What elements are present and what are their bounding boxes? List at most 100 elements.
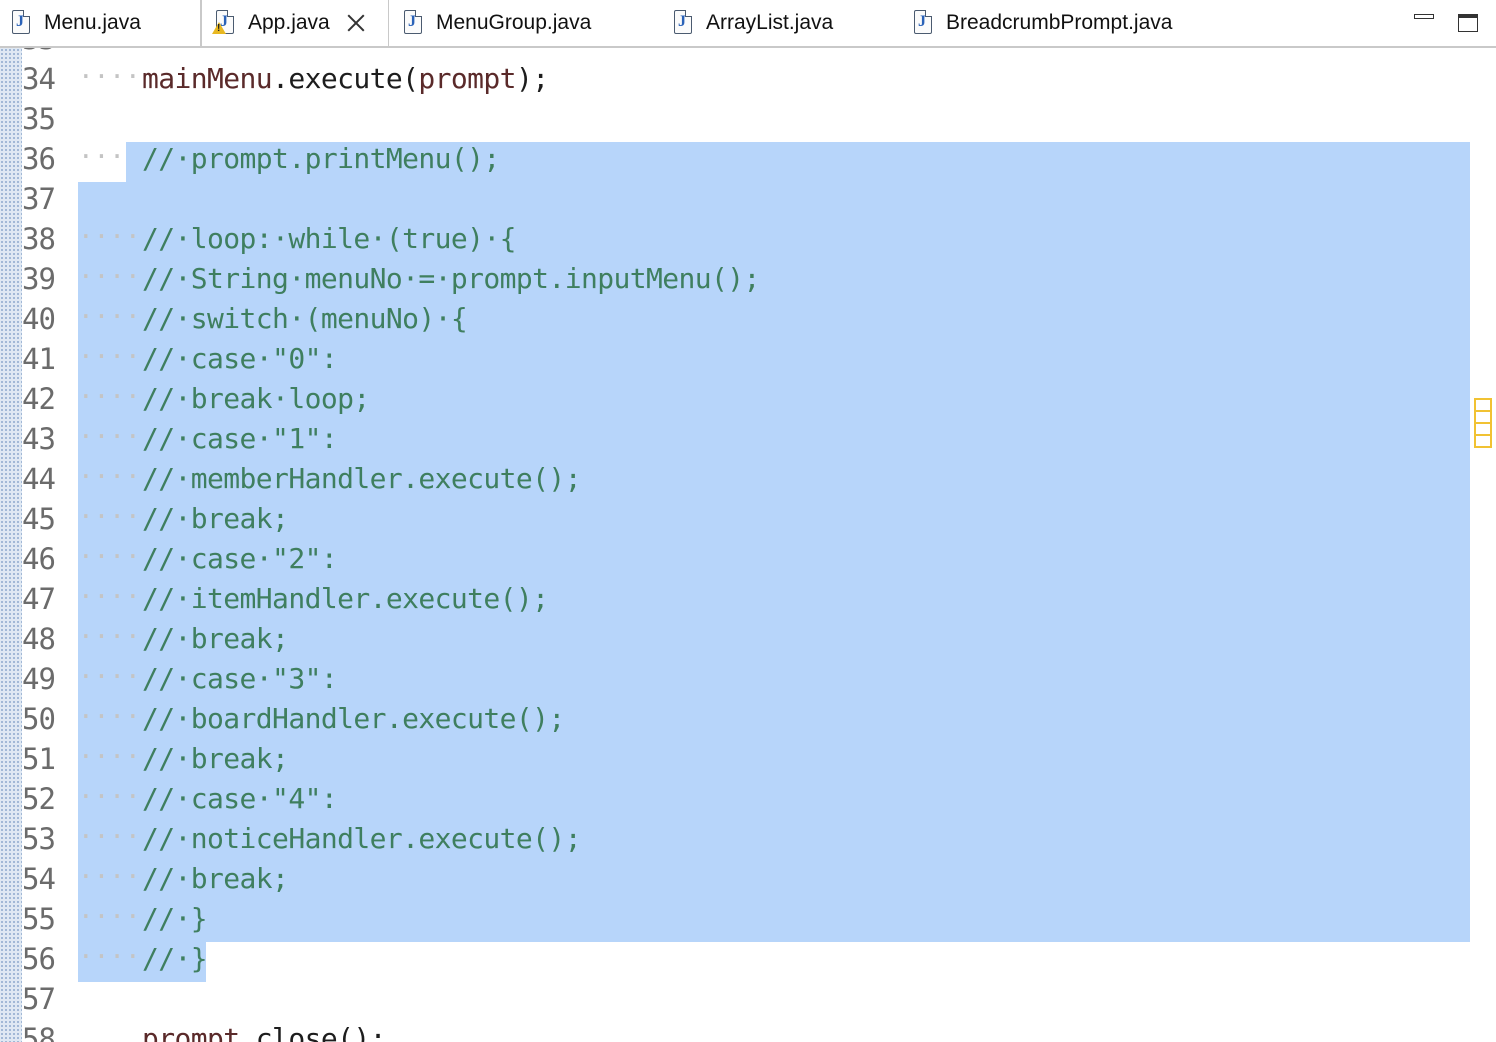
tab-label: MenuGroup.java <box>436 11 592 34</box>
whitespace-marker: ··· <box>78 142 125 172</box>
code-line: 49 ····//·case·"3": <box>0 662 1496 702</box>
whitespace-marker: ···· <box>78 462 141 492</box>
line-number: 47 <box>22 582 56 616</box>
tab-label: ArrayList.java <box>706 11 834 34</box>
java-file-icon: J <box>914 10 934 36</box>
code-comment: //·case·"0": <box>142 342 338 375</box>
code-line: 52 ····//·case·"4": <box>0 782 1496 822</box>
line-number: 38 <box>22 222 56 256</box>
code-comment: //·case·"3": <box>142 662 338 695</box>
code-comment: //·noticeHandler.execute(); <box>142 822 582 855</box>
code-comment: //·prompt.printMenu(); <box>142 142 500 175</box>
whitespace-marker: ···· <box>78 422 141 452</box>
whitespace-marker: ···· <box>78 62 141 92</box>
line-number: 43 <box>22 422 56 456</box>
code-line: 45 ····//·break; <box>0 502 1496 542</box>
code-line: 57 <box>0 982 1496 1022</box>
tab-menugroup-java[interactable]: J MenuGroup.java <box>404 0 591 46</box>
whitespace-marker: ···· <box>78 222 141 252</box>
code-line: 37 <box>0 182 1496 222</box>
code-line-partial-bottom: 58 prompt.close(); <box>0 1022 1496 1042</box>
line-number: 51 <box>22 742 56 776</box>
tab-menu-java[interactable]: J Menu.java <box>12 0 141 46</box>
overview-ruler-marker[interactable] <box>1474 398 1492 448</box>
code-line: 56 ····//·} <box>0 942 1496 982</box>
line-number: 36 <box>22 142 56 176</box>
code-text: mainMenu.execute(prompt); <box>142 62 549 95</box>
tab-arraylist-java[interactable]: J ArrayList.java <box>674 0 833 46</box>
code-line-partial-top: 33 <box>0 48 1496 62</box>
code-line: 53 ····//·noticeHandler.execute(); <box>0 822 1496 862</box>
minimize-icon[interactable] <box>1414 12 1434 32</box>
code-line: 55 ····//·} <box>0 902 1496 942</box>
whitespace-marker: ···· <box>78 382 141 412</box>
code-line: 42 ····//·break·loop; <box>0 382 1496 422</box>
whitespace-marker: ···· <box>78 782 141 812</box>
code-comment: //·itemHandler.execute(); <box>142 582 549 615</box>
line-number: 39 <box>22 262 56 296</box>
code-comment: //·memberHandler.execute(); <box>142 462 582 495</box>
java-file-warning-icon: J <box>212 10 236 36</box>
code-line: 50 ····//·boardHandler.execute(); <box>0 702 1496 742</box>
code-line: 40 ····//·switch·(menuNo)·{ <box>0 302 1496 342</box>
whitespace-marker: ···· <box>78 902 141 932</box>
code-line: 46 ····//·case·"2": <box>0 542 1496 582</box>
whitespace-marker: ···· <box>78 622 141 652</box>
code-area[interactable]: 33 34····mainMenu.execute(prompt);35 36 ··… <box>0 48 1496 1042</box>
whitespace-marker: ···· <box>78 942 141 972</box>
java-file-icon: J <box>404 10 424 36</box>
tab-breadcrumbprompt-java[interactable]: J BreadcrumbPrompt.java <box>914 0 1172 46</box>
code-comment: //·} <box>142 942 208 975</box>
code-comment: //·String·menuNo·=·prompt.inputMenu(); <box>142 262 760 295</box>
line-number: 56 <box>22 942 56 976</box>
selection-highlight <box>78 182 1470 222</box>
code-comment: //·break; <box>142 622 289 655</box>
code-editor[interactable]: 33 34····mainMenu.execute(prompt);35 36 ··… <box>0 48 1496 1042</box>
tab-app-java[interactable]: J App.java <box>201 0 389 46</box>
java-file-icon: J <box>12 10 32 36</box>
maximize-icon[interactable] <box>1458 12 1478 32</box>
code-line: 34 ···· mainMenu.execute(prompt); <box>0 62 1496 102</box>
line-number: 58 <box>22 1022 56 1042</box>
line-number: 37 <box>22 182 56 216</box>
code-text: prompt.close(); <box>142 1022 386 1042</box>
code-line: 51 ····//·break; <box>0 742 1496 782</box>
code-comment: //·loop:·while·(true)·{ <box>142 222 517 255</box>
code-comment: //·boardHandler.execute(); <box>142 702 565 735</box>
whitespace-marker: ···· <box>78 542 141 572</box>
warning-icon <box>212 22 226 34</box>
code-comment: //·break·loop; <box>142 382 370 415</box>
java-file-icon: J <box>674 10 694 36</box>
tab-label: Menu.java <box>44 11 141 34</box>
line-number: 44 <box>22 462 56 496</box>
whitespace-marker: ···· <box>78 502 141 532</box>
tab-label: BreadcrumbPrompt.java <box>946 11 1173 34</box>
whitespace-marker: ···· <box>78 702 141 732</box>
code-comment: //·break; <box>142 742 289 775</box>
code-comment: //·} <box>142 902 208 935</box>
code-comment: //·case·"1": <box>142 422 338 455</box>
code-comment: //·break; <box>142 502 289 535</box>
line-number: 35 <box>22 102 56 136</box>
code-line: 39 ····//·String·menuNo·=·prompt.inputMen… <box>0 262 1496 302</box>
code-line: 36 ··· //·prompt.printMenu(); <box>0 142 1496 182</box>
line-number: 41 <box>22 342 56 376</box>
line-number: 45 <box>22 502 56 536</box>
code-comment: //·case·"2": <box>142 542 338 575</box>
line-number: 46 <box>22 542 56 576</box>
whitespace-marker: ···· <box>78 582 141 612</box>
code-line: 44 ····//·memberHandler.execute(); <box>0 462 1496 502</box>
code-line: 35 <box>0 102 1496 142</box>
whitespace-marker: ···· <box>78 822 141 852</box>
whitespace-marker: ···· <box>78 262 141 292</box>
close-tab-icon[interactable] <box>346 13 366 33</box>
line-number: 40 <box>22 302 56 336</box>
line-number: 49 <box>22 662 56 696</box>
whitespace-marker: ···· <box>78 742 141 772</box>
line-number: 42 <box>22 382 56 416</box>
line-number: 52 <box>22 782 56 816</box>
line-number: 57 <box>22 982 56 1016</box>
code-line: 54 ····//·break; <box>0 862 1496 902</box>
selection-highlight <box>78 902 1470 942</box>
whitespace-marker: ···· <box>78 662 141 692</box>
